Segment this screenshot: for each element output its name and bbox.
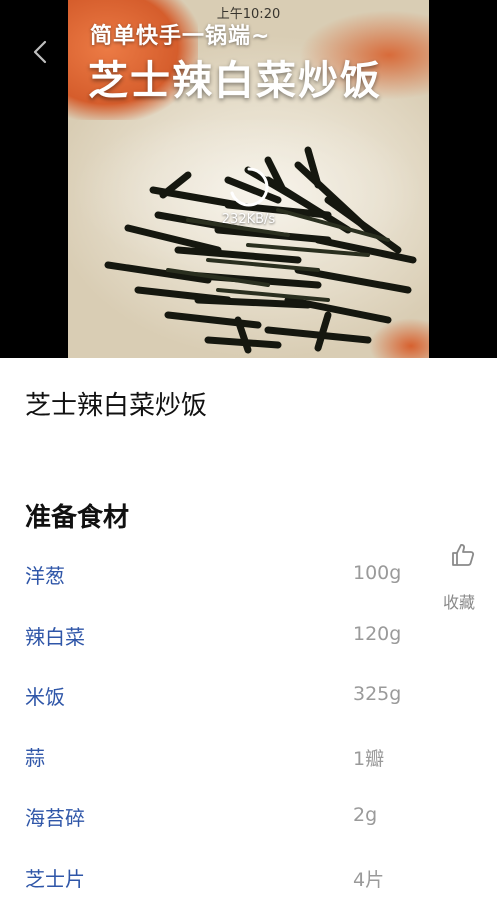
ingredient-name[interactable]: 芝士片: [25, 863, 85, 892]
video-overlay-subtitle: 简单快手一锅端~: [90, 18, 270, 50]
ingredient-quantity: 2g: [353, 804, 377, 826]
chevron-left-icon: [33, 40, 47, 64]
ingredient-row[interactable]: 蒜 1瓣: [25, 727, 425, 788]
ingredient-name[interactable]: 洋葱: [25, 560, 65, 589]
video-overlay-title: 芝士辣白菜炒饭: [88, 48, 382, 106]
loading-speed-text: 232KB/s: [200, 212, 297, 227]
ingredient-quantity: 120g: [353, 623, 401, 645]
ingredient-row[interactable]: 海苔碎 2g: [25, 787, 425, 848]
ingredient-row[interactable]: 洋葱 100g: [25, 545, 425, 606]
video-player[interactable]: 简单快手一锅端~ 芝士辣白菜炒饭 上午10:20 232KB/s: [0, 0, 497, 358]
ingredient-name[interactable]: 蒜: [25, 742, 45, 771]
ingredient-row[interactable]: 米饭 325g: [25, 666, 425, 727]
thumbs-up-icon: [450, 542, 476, 568]
back-button[interactable]: [26, 36, 54, 68]
ingredient-row[interactable]: 辣白菜 120g: [25, 606, 425, 667]
ingredient-list: 洋葱 100g 辣白菜 120g 米饭 325g 蒜 1瓣 海苔碎 2g 芝士片…: [25, 545, 425, 908]
ingredient-row[interactable]: 芝士片 4片: [25, 848, 425, 908]
ingredient-name[interactable]: 米饭: [25, 681, 65, 710]
ingredient-quantity: 1瓣: [353, 744, 384, 771]
ingredients-section-title: 准备食材: [25, 497, 129, 534]
recipe-title: 芝士辣白菜炒饭: [25, 385, 207, 422]
ingredient-quantity: 100g: [353, 562, 401, 584]
spinner-icon: [227, 165, 271, 209]
ingredient-name[interactable]: 海苔碎: [25, 802, 85, 831]
ingredient-name[interactable]: 辣白菜: [25, 621, 85, 650]
ingredient-quantity: 4片: [353, 865, 384, 892]
status-bar-time: 上午10:20: [0, 3, 497, 22]
favorite-button[interactable]: 收藏: [436, 542, 486, 612]
favorite-label: 收藏: [443, 589, 475, 613]
ingredient-quantity: 325g: [353, 683, 401, 705]
